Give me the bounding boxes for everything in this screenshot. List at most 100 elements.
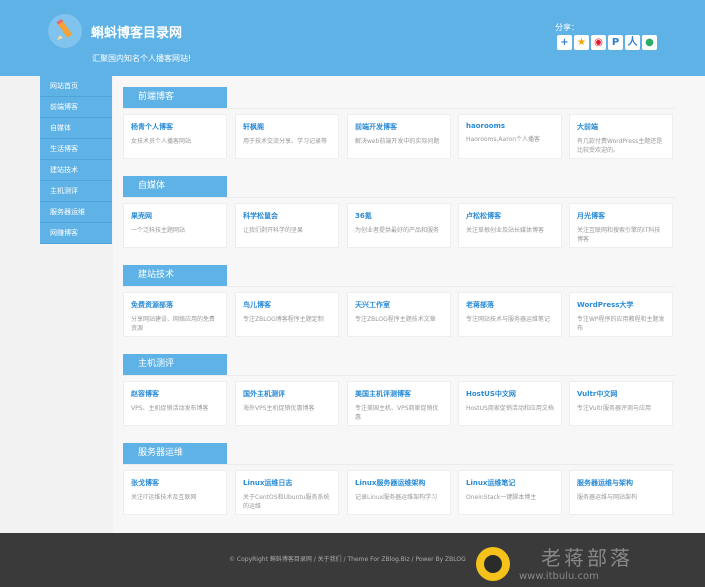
blog-card-title[interactable]: HostUS中文网 <box>466 389 555 399</box>
blog-card-description: 服务器运维与网站架构 <box>577 494 638 501</box>
blog-card[interactable]: 轩枫阁用于技术交流分享、学习记录等 <box>235 114 339 159</box>
blog-card[interactable]: Linux运维笔记 OneinStack一键脚本博主 <box>458 470 562 515</box>
section-divider <box>123 375 675 376</box>
blog-card[interactable]: 36氪为创业者提供最好的产品和服务 <box>347 203 451 248</box>
blog-card-title[interactable]: 杨青个人博客 <box>131 122 220 132</box>
sidebar-item-frontend[interactable]: 前端博客 <box>40 97 112 118</box>
blog-card-description: 记录Linux服务器运维架构学习 <box>355 494 438 501</box>
blog-card[interactable]: 科学松鼠会 让我们剥开科学的坚果 <box>235 203 339 248</box>
sidebar-item-sitebuilding[interactable]: 建站技术 <box>40 160 112 181</box>
blog-card[interactable]: Linux运维日志 关于CentOS和Ubuntu服务系统的运维 <box>235 470 339 515</box>
weibo-icon[interactable]: ◉ <box>591 35 606 50</box>
blog-card-description: 为创业者提供最好的产品和服务 <box>355 227 440 234</box>
blog-card[interactable]: 张戈博客 关注IT运维技术及互联网 <box>123 470 227 515</box>
blog-card-title[interactable]: 美国主机评测博客 <box>355 389 444 399</box>
blog-card-title[interactable]: 果壳网 <box>131 211 220 221</box>
blog-card[interactable]: WordPress大学专注WP程序的应用教程和主题发布 <box>569 292 673 337</box>
blog-card-description: 专注WP程序的应用教程和主题发布 <box>577 316 665 332</box>
section-divider <box>123 286 675 287</box>
people-icon[interactable]: 人 <box>625 35 640 50</box>
blog-card[interactable]: 天兴工作室 专注ZBLOG程序主题技术文章 <box>347 292 451 337</box>
blog-card-description: OneinStack一键脚本博主 <box>466 494 537 501</box>
blog-card[interactable]: 美国主机评测博客专注美国主机、VPS商家促销优惠 <box>347 381 451 426</box>
blog-card-title[interactable]: 36氪 <box>355 211 444 221</box>
blog-card[interactable]: 免费资源部落分享网站建设、网络应用的免费资源 <box>123 292 227 337</box>
watermark-name: 老蒋部落 <box>541 546 633 570</box>
blog-card-title[interactable]: 卢松松博客 <box>466 211 555 221</box>
sidebar-item-earning[interactable]: 网赚博客 <box>40 223 112 244</box>
blog-card-title[interactable]: WordPress大学 <box>577 300 666 310</box>
site-subtitle: 汇聚国内知名个人播客网站! <box>92 54 192 63</box>
blog-card-description: VPS、主机促销活动发布博客 <box>131 405 209 412</box>
site-title[interactable]: 蝌蚪博客目录网 <box>91 22 182 41</box>
blog-card[interactable]: 鸟儿博客专注ZBLOG博客程序主题定制 <box>235 292 339 337</box>
blog-card[interactable]: 卢松松博客关注草根创业及站长媒体博客 <box>458 203 562 248</box>
share-bar: + ★ ◉ P 人 ● <box>557 35 657 50</box>
pinterest-icon[interactable]: P <box>608 35 623 50</box>
blog-card-title[interactable]: Linux运维笔记 <box>466 478 555 488</box>
section-heading[interactable]: 建站技术 <box>123 265 227 286</box>
blog-card-description: 专注网站技术与服务器运维笔记 <box>466 316 551 323</box>
sidebar-item-hosting[interactable]: 主机测评 <box>40 181 112 202</box>
sidebar-item-server-ops[interactable]: 服务器运维 <box>40 202 112 223</box>
blog-card-title[interactable]: 赵容博客 <box>131 389 220 399</box>
blog-card-description: 一个泛科技主题网站 <box>131 227 186 234</box>
pencil-logo-icon[interactable] <box>48 14 82 48</box>
blog-card-title[interactable]: 大前端 <box>577 122 666 132</box>
blog-card-description: 海外VPS主机促销优惠博客 <box>243 405 315 412</box>
blog-card-title[interactable]: Vultr中文网 <box>577 389 666 399</box>
wechat-icon[interactable]: ● <box>642 35 657 50</box>
blog-card[interactable]: 杨青个人博客 女技术员个人播客网站 <box>123 114 227 159</box>
blog-card[interactable]: 月光博客关注互联网和搜索引擎的IT科技博客 <box>569 203 673 248</box>
blog-card[interactable]: 前端开发博客 解决web前端开发中的实际问题 <box>347 114 451 159</box>
blog-card[interactable]: haorooms Haorooms,Aaron个人播客 <box>458 114 562 159</box>
blog-card-title[interactable]: 鸟儿博客 <box>243 300 332 310</box>
blog-card-title[interactable]: 科学松鼠会 <box>243 211 332 221</box>
blog-card[interactable]: 服务器运维与架构 服务器运维与网站架构 <box>569 470 673 515</box>
watermark-url: www.itbulu.com <box>519 571 599 582</box>
blog-card-title[interactable]: 老蒋部落 <box>466 300 555 310</box>
plus-icon[interactable]: + <box>557 35 572 50</box>
blog-card-title[interactable]: 月光博客 <box>577 211 666 221</box>
blog-card-title[interactable]: 天兴工作室 <box>355 300 444 310</box>
blog-card-title[interactable]: 张戈博客 <box>131 478 220 488</box>
blog-card[interactable]: 老蒋部落专注网站技术与服务器运维笔记 <box>458 292 562 337</box>
sidebar-item-home[interactable]: 网站首页 <box>40 76 112 97</box>
blog-card[interactable]: Vultr中文网 专注Vultr服务器评测与应用 <box>569 381 673 426</box>
blog-card[interactable]: 赵容博客 VPS、主机促销活动发布博客 <box>123 381 227 426</box>
blog-card-description: 关注互联网和搜索引擎的IT科技博客 <box>577 227 661 243</box>
sidebar-item-life[interactable]: 生活博客 <box>40 139 112 160</box>
blog-card-title[interactable]: haorooms <box>466 122 555 130</box>
blog-card-title[interactable]: Linux运维日志 <box>243 478 332 488</box>
section-heading[interactable]: 自媒体 <box>123 176 227 197</box>
blog-card-description: 分享网站建设、网络应用的免费资源 <box>131 316 216 332</box>
section-heading[interactable]: 服务器运维 <box>123 443 227 464</box>
blog-card[interactable]: 大前端 有几款付费WordPress主题还是比较受欢迎的。 <box>569 114 673 159</box>
blog-card-title[interactable]: 免费资源部落 <box>131 300 220 310</box>
share-label: 分享： <box>555 23 579 32</box>
sidebar-item-media[interactable]: 自媒体 <box>40 118 112 139</box>
blog-card-description: 用于技术交流分享、学习记录等 <box>243 138 328 145</box>
blog-card[interactable]: Linux服务器运维架构 记录Linux服务器运维架构学习 <box>347 470 451 515</box>
site-header: 蝌蚪博客目录网 汇聚国内知名个人播客网站! 分享： + ★ ◉ P 人 ● <box>0 0 705 76</box>
section-divider <box>123 108 675 109</box>
blog-card[interactable]: 果壳网一个泛科技主题网站 <box>123 203 227 248</box>
blog-card-description: 专注ZBLOG博客程序主题定制 <box>243 316 324 323</box>
blog-card[interactable]: 国外主机测评 海外VPS主机促销优惠博客 <box>235 381 339 426</box>
blog-card-title[interactable]: Linux服务器运维架构 <box>355 478 444 488</box>
section-divider <box>123 464 675 465</box>
blog-card-title[interactable]: 前端开发博客 <box>355 122 444 132</box>
section-heading[interactable]: 前端博客 <box>123 87 227 108</box>
section-divider <box>123 197 675 198</box>
blog-card-description: 专注美国主机、VPS商家促销优惠 <box>355 405 439 421</box>
blog-card-description: 解决web前端开发中的实际问题 <box>355 138 440 145</box>
section-heading[interactable]: 主机测评 <box>123 354 227 375</box>
blog-card-title[interactable]: 服务器运维与架构 <box>577 478 666 488</box>
blog-card[interactable]: HostUS中文网 HostUS商家促销活动和应用文档 <box>458 381 562 426</box>
blog-card-title[interactable]: 国外主机测评 <box>243 389 332 399</box>
sidebar-nav: 网站首页 前端博客 自媒体 生活博客 建站技术 主机测评 服务器运维 网赚博客 <box>40 76 112 244</box>
qzone-star-icon[interactable]: ★ <box>574 35 589 50</box>
blog-card-title[interactable]: 轩枫阁 <box>243 122 332 132</box>
blog-card-description: 关注草根创业及站长媒体博客 <box>466 227 545 234</box>
blog-card-description: 女技术员个人播客网站 <box>131 138 192 145</box>
